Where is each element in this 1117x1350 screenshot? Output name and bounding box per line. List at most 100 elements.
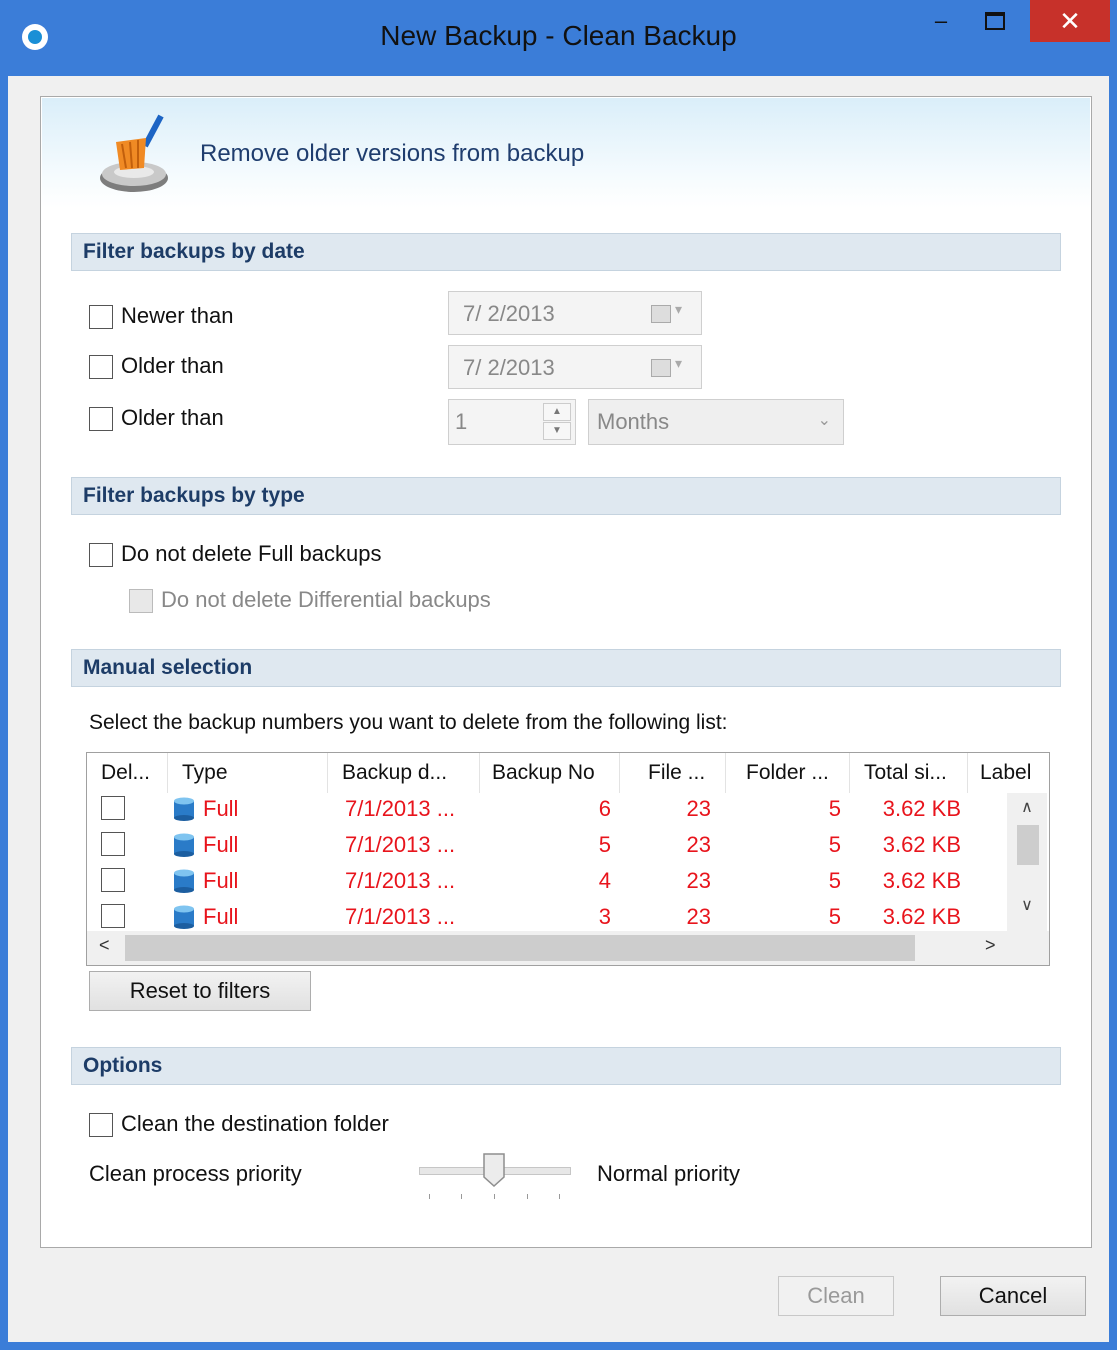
calendar-icon[interactable] bbox=[651, 305, 671, 323]
close-button[interactable]: ✕ bbox=[1030, 0, 1110, 42]
older-than-period-label: Older than bbox=[121, 405, 224, 430]
no-diff-label: Do not delete Differential backups bbox=[161, 587, 491, 612]
newer-than-label: Newer than bbox=[121, 303, 234, 328]
list-header: Del... Type Backup d... Backup No File .… bbox=[87, 753, 1049, 793]
cancel-button[interactable]: Cancel bbox=[940, 1276, 1086, 1316]
client-area: Remove older versions from backup Filter… bbox=[8, 76, 1109, 1342]
row-folders: 5 bbox=[828, 904, 841, 929]
chevron-down-icon[interactable]: ▾ bbox=[675, 355, 682, 372]
chevron-right-icon[interactable]: > bbox=[985, 935, 996, 956]
column-header-size[interactable]: Total si... bbox=[849, 753, 967, 793]
title-bar[interactable]: New Backup - Clean Backup – ✕ bbox=[0, 0, 1117, 76]
row-date: 7/1/2013 ... bbox=[345, 832, 456, 857]
column-header-number[interactable]: Backup No bbox=[479, 753, 619, 793]
clean-destination-label: Clean the destination folder bbox=[121, 1111, 389, 1136]
row-files: 23 bbox=[686, 796, 711, 821]
manual-instruction: Select the backup numbers you want to de… bbox=[89, 711, 728, 734]
no-diff-checkbox[interactable] bbox=[129, 589, 153, 613]
slider-tick bbox=[559, 1194, 560, 1199]
table-row[interactable]: Full 7/1/2013 ... 6 23 5 3.62 KB bbox=[87, 791, 1007, 827]
priority-label: Clean process priority bbox=[89, 1161, 302, 1186]
priority-slider-thumb[interactable] bbox=[483, 1153, 505, 1187]
row-files: 23 bbox=[686, 868, 711, 893]
slider-tick bbox=[494, 1194, 495, 1199]
calendar-icon[interactable] bbox=[651, 359, 671, 377]
row-size: 3.62 KB bbox=[882, 832, 961, 857]
chevron-down-icon[interactable]: ∨ bbox=[1007, 895, 1047, 915]
row-files: 23 bbox=[686, 832, 711, 857]
column-header-files[interactable]: File ... bbox=[619, 753, 725, 793]
row-date: 7/1/2013 ... bbox=[345, 796, 456, 821]
column-header-label[interactable]: Label bbox=[967, 753, 1049, 793]
filter-type-heading: Filter backups by type bbox=[71, 477, 1061, 515]
chevron-up-icon[interactable]: ∧ bbox=[1007, 797, 1047, 817]
table-row[interactable]: Full 7/1/2013 ... 5 23 5 3.62 KB bbox=[87, 827, 1007, 863]
column-header-folders[interactable]: Folder ... bbox=[725, 753, 849, 793]
row-size: 3.62 KB bbox=[882, 796, 961, 821]
row-delete-checkbox[interactable] bbox=[101, 904, 125, 928]
period-unit-value: Months bbox=[597, 409, 670, 434]
banner-text: Remove older versions from backup bbox=[200, 140, 585, 167]
main-panel: Remove older versions from backup Filter… bbox=[40, 96, 1092, 1248]
row-type: Full bbox=[203, 868, 239, 893]
older-than-checkbox[interactable] bbox=[89, 355, 113, 379]
banner: Remove older versions from backup bbox=[42, 98, 1090, 208]
reset-to-filters-button[interactable]: Reset to filters bbox=[89, 971, 311, 1011]
older-date-value: 7/ 2/2013 bbox=[463, 355, 555, 380]
row-files: 23 bbox=[686, 904, 711, 929]
vertical-scrollbar[interactable]: ∧ ∨ bbox=[1007, 793, 1047, 931]
newer-than-date-field[interactable]: 7/ 2/2013 ▾ bbox=[448, 291, 702, 335]
row-delete-checkbox[interactable] bbox=[101, 868, 125, 892]
scroll-thumb[interactable] bbox=[1017, 825, 1039, 865]
period-unit-select[interactable]: Months ⌄ bbox=[588, 399, 844, 445]
clean-destination-checkbox[interactable] bbox=[89, 1113, 113, 1137]
maximize-button[interactable] bbox=[972, 0, 1018, 42]
column-header-type[interactable]: Type bbox=[167, 753, 327, 793]
older-than-date-field[interactable]: 7/ 2/2013 ▾ bbox=[448, 345, 702, 389]
minimize-button[interactable]: – bbox=[918, 0, 964, 42]
chevron-down-icon[interactable]: ⌄ bbox=[818, 410, 831, 430]
table-row[interactable]: Full 7/1/2013 ... 3 23 5 3.62 KB bbox=[87, 899, 1007, 935]
row-folders: 5 bbox=[828, 868, 841, 893]
stepper-down-icon[interactable]: ▼ bbox=[543, 422, 571, 440]
chevron-down-icon[interactable]: ▾ bbox=[675, 301, 682, 318]
older-than-period-checkbox[interactable] bbox=[89, 407, 113, 431]
stepper-up-icon[interactable]: ▲ bbox=[543, 403, 571, 421]
chevron-left-icon[interactable]: < bbox=[99, 935, 110, 956]
database-icon bbox=[174, 833, 194, 857]
database-icon bbox=[174, 869, 194, 893]
row-number: 4 bbox=[598, 868, 611, 893]
clean-button[interactable]: Clean bbox=[778, 1276, 894, 1316]
row-date: 7/1/2013 ... bbox=[345, 904, 456, 929]
row-delete-checkbox[interactable] bbox=[101, 796, 125, 820]
broom-icon bbox=[100, 114, 168, 192]
manual-selection-heading: Manual selection bbox=[71, 649, 1061, 687]
stepper-buttons: ▲ ▼ bbox=[543, 403, 571, 441]
filter-date-heading: Filter backups by date bbox=[71, 233, 1061, 271]
older-than-label: Older than bbox=[121, 353, 224, 378]
no-full-checkbox[interactable] bbox=[89, 543, 113, 567]
row-type: Full bbox=[203, 832, 239, 857]
newer-than-checkbox[interactable] bbox=[89, 305, 113, 329]
column-header-delete[interactable]: Del... bbox=[101, 753, 169, 793]
scroll-thumb[interactable] bbox=[125, 935, 915, 961]
database-icon bbox=[174, 797, 194, 821]
options-heading: Options bbox=[71, 1047, 1061, 1085]
period-count-stepper[interactable]: 1 ▲ ▼ bbox=[448, 399, 576, 445]
row-folders: 5 bbox=[828, 796, 841, 821]
priority-value-label: Normal priority bbox=[597, 1161, 741, 1186]
row-number: 3 bbox=[598, 904, 611, 929]
table-row[interactable]: Full 7/1/2013 ... 4 23 5 3.62 KB bbox=[87, 863, 1007, 899]
row-number: 5 bbox=[598, 832, 611, 857]
row-folders: 5 bbox=[828, 832, 841, 857]
backup-list[interactable]: Del... Type Backup d... Backup No File .… bbox=[86, 752, 1050, 966]
row-type: Full bbox=[203, 904, 239, 929]
slider-tick bbox=[429, 1194, 430, 1199]
no-full-label: Do not delete Full backups bbox=[121, 541, 382, 566]
row-delete-checkbox[interactable] bbox=[101, 832, 125, 856]
horizontal-scrollbar[interactable]: < > bbox=[87, 931, 1049, 965]
row-size: 3.62 KB bbox=[882, 868, 961, 893]
period-count-value: 1 bbox=[455, 409, 468, 434]
slider-tick bbox=[461, 1194, 462, 1199]
column-header-date[interactable]: Backup d... bbox=[327, 753, 479, 793]
